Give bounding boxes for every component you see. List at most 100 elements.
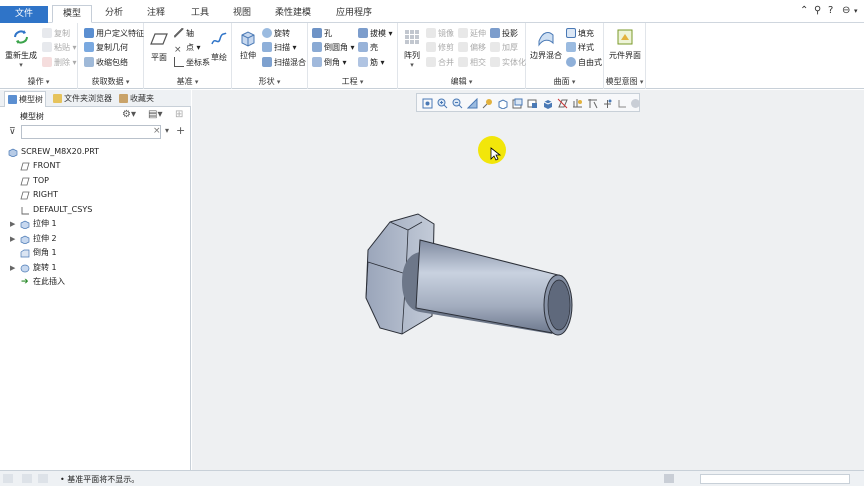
zoom-in-icon[interactable]	[437, 98, 448, 109]
view-manager-icon[interactable]	[512, 98, 523, 109]
user-defined-feature-button[interactable]: 用户定义特征	[84, 28, 144, 40]
clear-search-icon[interactable]: ×	[153, 126, 161, 136]
zoom-out-icon[interactable]	[452, 98, 463, 109]
tab-favorites[interactable]: 收藏夹	[116, 91, 160, 107]
thicken-button[interactable]: 加厚	[490, 42, 518, 54]
offset-button[interactable]: 偏移	[458, 42, 486, 54]
bolt-3d-model[interactable]	[362, 210, 582, 350]
tree-item-extrude-2[interactable]: ▶ 拉伸 2	[10, 232, 57, 246]
csys-button[interactable]: 坐标系	[174, 57, 210, 69]
status-icon[interactable]	[38, 474, 48, 483]
tree-item-part[interactable]: SCREW_M8X20.PRT	[8, 145, 99, 159]
mirror-button[interactable]: 镜像	[426, 28, 454, 40]
expand-arrow-icon[interactable]: ▶	[10, 232, 15, 246]
tab-annotate[interactable]: 注释	[138, 5, 174, 23]
rib-button[interactable]: 筋 ▾	[358, 57, 385, 69]
repaint-icon[interactable]	[467, 98, 478, 109]
group-get-data-label[interactable]: 获取数据	[78, 76, 143, 87]
intersect-button[interactable]: 相交	[458, 57, 486, 69]
revolve-button[interactable]: 旋转	[262, 28, 290, 40]
boundary-blend-button[interactable]: 边界混合	[530, 27, 562, 61]
display-style-icon[interactable]	[542, 98, 553, 109]
tab-applications[interactable]: 应用程序	[328, 5, 380, 23]
help-icon[interactable]: ?	[828, 5, 833, 16]
status-icon[interactable]	[3, 474, 13, 483]
extrude-button[interactable]: 拉伸	[236, 27, 260, 61]
shell-button[interactable]: 壳	[358, 42, 378, 54]
options-icon[interactable]: ⊖	[842, 5, 850, 16]
group-datum-label[interactable]: 基准	[144, 76, 231, 87]
paste-button[interactable]: 粘贴 ▾	[42, 42, 77, 54]
project-button[interactable]: 投影	[490, 28, 518, 40]
tab-flexible-modeling[interactable]: 柔性建模	[266, 5, 320, 23]
group-edit-label[interactable]: 编辑	[398, 76, 525, 87]
csys-display-icon[interactable]	[617, 98, 628, 109]
status-icon[interactable]	[22, 474, 32, 483]
tree-item-chamfer-1[interactable]: 倒角 1	[20, 246, 57, 260]
refit-icon[interactable]	[422, 98, 433, 109]
copy-geometry-button[interactable]: 复制几何	[84, 42, 128, 54]
chevron-down-icon[interactable]: ▾	[854, 7, 858, 15]
graphics-viewport[interactable]	[192, 90, 864, 470]
tab-file[interactable]: 文件	[0, 6, 48, 23]
tree-item-front[interactable]: FRONT	[20, 159, 60, 173]
tab-folder-browser[interactable]: 文件夹浏览器	[50, 91, 112, 107]
add-filter-icon[interactable]: +	[176, 124, 185, 137]
delete-button[interactable]: 删除 ▾	[42, 57, 77, 69]
regenerate-button[interactable]: 重新生成 ▾	[4, 27, 38, 69]
swept-blend-button[interactable]: 扫描混合	[262, 57, 306, 69]
tab-model-tree[interactable]: 模型树	[4, 91, 46, 107]
hole-button[interactable]: 孔	[312, 28, 332, 40]
style-button[interactable]: 样式	[566, 42, 594, 54]
axis-button[interactable]: 轴	[174, 28, 194, 40]
datum-display-icon[interactable]	[557, 98, 568, 109]
pattern-button[interactable]: 阵列 ▾	[400, 27, 424, 69]
axis-display-icon[interactable]	[587, 98, 598, 109]
tree-item-default-csys[interactable]: DEFAULT_CSYS	[20, 203, 92, 217]
group-operations-label[interactable]: 操作	[0, 76, 77, 87]
solidify-button[interactable]: 实体化	[490, 57, 526, 69]
merge-button[interactable]: 合并	[426, 57, 454, 69]
chamfer-button[interactable]: 倒角 ▾	[312, 57, 347, 69]
pause-icon[interactable]	[630, 98, 641, 109]
search-help-icon[interactable]: ⚲	[814, 5, 821, 16]
copy-button[interactable]: 复制	[42, 28, 70, 40]
spin-center-icon[interactable]	[482, 98, 493, 109]
selection-filter-icon[interactable]	[664, 474, 674, 483]
extend-button[interactable]: 延伸	[458, 28, 486, 40]
shrinkwrap-button[interactable]: 收缩包络	[84, 57, 128, 69]
group-surfaces-label[interactable]: 曲面	[526, 76, 603, 87]
group-model-intent-label[interactable]: 模型意图	[604, 76, 645, 87]
draft-button[interactable]: 拔模 ▾	[358, 28, 393, 40]
group-shapes-label[interactable]: 形状	[232, 76, 307, 87]
freestyle-button[interactable]: 自由式	[566, 57, 602, 69]
show-menu-icon[interactable]: ▤▾	[148, 109, 162, 120]
annotation-display-icon[interactable]	[572, 98, 583, 109]
tree-settings-icon[interactable]: ⚙▾	[122, 109, 136, 120]
tree-item-right[interactable]: RIGHT	[20, 188, 58, 202]
trim-button[interactable]: 修剪	[426, 42, 454, 54]
perspective-view-icon[interactable]	[527, 98, 538, 109]
tab-model[interactable]: 模型	[52, 5, 92, 23]
expand-arrow-icon[interactable]: ▶	[10, 217, 15, 231]
group-engineering-label[interactable]: 工程	[308, 76, 397, 87]
tree-item-extrude-1[interactable]: ▶ 拉伸 1	[10, 217, 57, 231]
saved-orientations-icon[interactable]	[497, 98, 508, 109]
fill-button[interactable]: 填充	[566, 28, 594, 40]
tree-item-top[interactable]: TOP	[20, 174, 49, 188]
point-button[interactable]: × 点 ▾	[174, 42, 201, 55]
plane-button[interactable]: 平面	[147, 29, 171, 63]
tree-search-input[interactable]	[21, 125, 161, 139]
tree-filter-toggle-icon[interactable]: ⊞	[175, 109, 183, 120]
tab-tools[interactable]: 工具	[182, 5, 218, 23]
collapse-ribbon-icon[interactable]: ⌃	[800, 5, 808, 16]
filter-icon[interactable]: ⊽	[9, 127, 16, 137]
chevron-down-icon[interactable]: ▾	[165, 126, 169, 135]
point-display-icon[interactable]	[602, 98, 613, 109]
component-interface-button[interactable]: 元件界面	[606, 27, 644, 61]
tree-item-insert-here[interactable]: ➔ 在此插入	[20, 275, 65, 289]
tree-item-revolve-1[interactable]: ▶ 旋转 1	[10, 261, 57, 275]
round-button[interactable]: 倒圆角 ▾	[312, 42, 355, 54]
tab-view[interactable]: 视图	[224, 5, 260, 23]
selection-filter-dropdown[interactable]	[700, 474, 850, 484]
